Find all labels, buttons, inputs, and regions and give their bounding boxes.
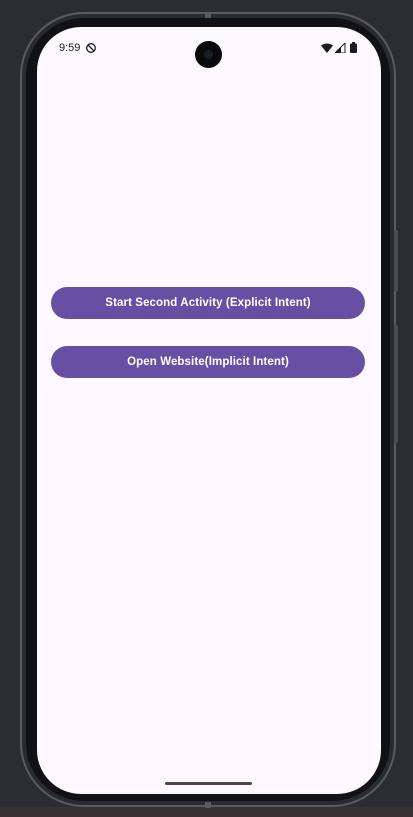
frame-bottom-seam [205,802,211,808]
signal-icon [335,43,346,53]
power-button[interactable] [394,230,398,292]
battery-icon [350,42,357,53]
status-bar: 9:59 [37,27,381,69]
front-camera [195,41,222,68]
frame-top-seam [205,12,211,18]
start-second-activity-button[interactable]: Start Second Activity (Explicit Intent) [51,287,365,319]
phone-screen: 9:59 Start Second Activity (Explicit Int… [37,27,381,794]
emulator-window: 9:59 Start Second Activity (Explicit Int… [0,0,413,817]
wifi-icon [321,43,333,53]
status-time: 9:59 [59,42,81,54]
volume-rocker[interactable] [394,325,398,443]
window-bottom-strip [0,807,413,817]
home-indicator[interactable] [165,782,252,785]
open-website-button[interactable]: Open Website(Implicit Intent) [51,346,365,378]
do-not-disturb-icon [86,43,96,53]
